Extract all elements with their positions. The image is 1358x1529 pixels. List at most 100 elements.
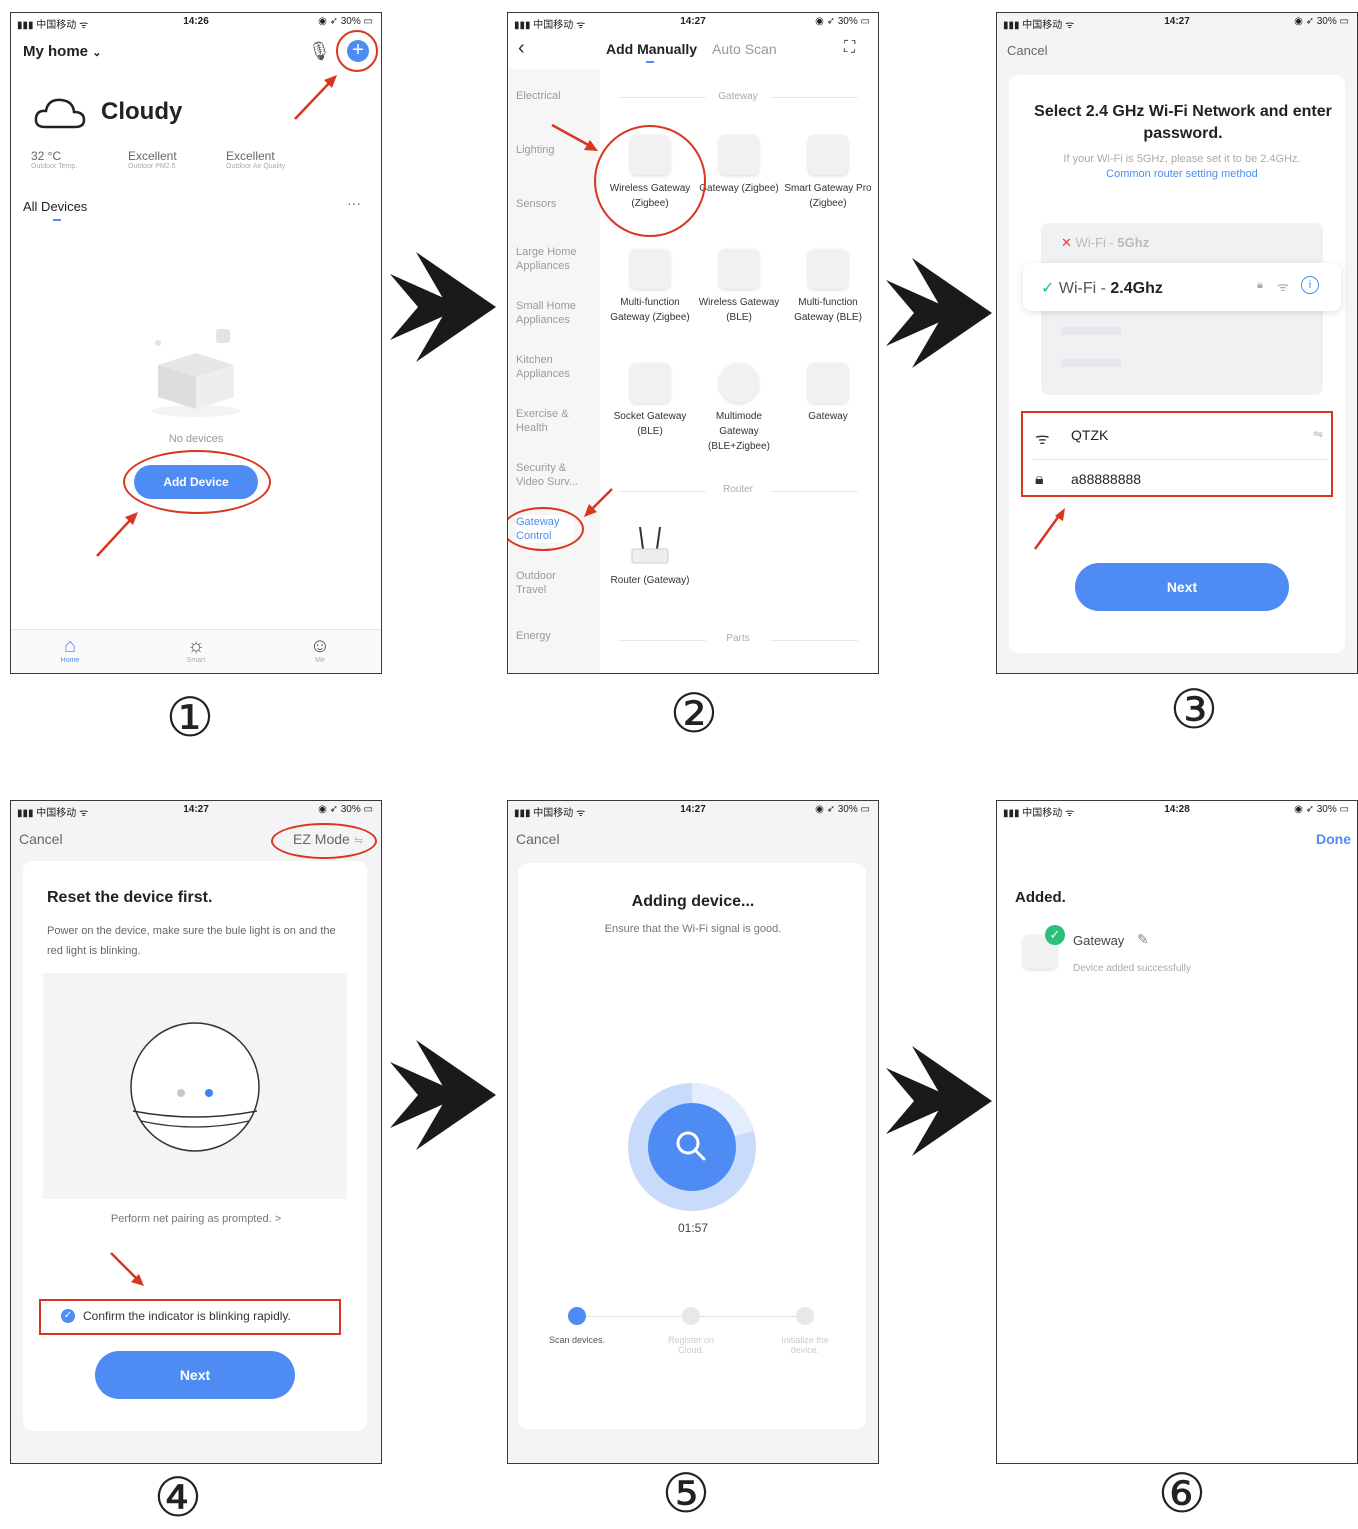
router-icon [631,526,669,564]
category-sidebar: Electrical Lighting Sensors Large Home A… [508,69,600,673]
tab-underline [53,219,61,221]
home-selector[interactable]: My home ⌄ [23,43,101,60]
annotation-arrow [584,488,613,517]
wifi-5g-item[interactable]: ✕ Wi-Fi - 5Ghz [1061,235,1149,251]
tab-smart[interactable]: ☼ Smart [181,635,211,664]
annotation-arrow [1033,508,1065,550]
next-button[interactable]: Next [1075,563,1289,611]
chevron-down-icon: ⌄ [92,47,102,59]
screen-reset-device: ▮▮▮ 中国移动 ᯤ 14:27 ◉ ➶ 30% ▭ Cancel EZ Mod… [10,800,382,1464]
check-icon: ✓ [1041,280,1055,297]
annotation-arrow [110,1252,144,1286]
section-router: Router [706,484,770,495]
tab-auto-scan[interactable]: Auto Scan [712,41,777,57]
category-outdoor[interactable]: Outdoor Travel [516,569,576,597]
status-bar: ▮▮▮ 中国移动 ᯤ 14:27 ◉ ➶ 30% ▭ [1003,16,1349,31]
back-icon[interactable]: ‹ [518,37,525,60]
annotation-ellipse [123,450,271,514]
device-router[interactable]: Router (Gateway) [606,523,694,588]
device-status: Device added successfully [1073,963,1191,974]
category-sensors[interactable]: Sensors [516,197,556,211]
screen-wifi: ▮▮▮ 中国移动 ᯤ 14:27 ◉ ➶ 30% ▭ Cancel Select… [996,12,1358,674]
device-name: Gateway [1073,933,1125,948]
cancel-button[interactable]: Cancel [19,831,63,847]
profile-icon: ☺ [309,635,331,657]
cancel-button[interactable]: Cancel [516,831,560,847]
info-icon[interactable]: i [1301,276,1319,294]
gateway-icon [808,363,848,403]
wifi-icon: ᯤ [1277,279,1289,294]
close-icon: ✕ [1061,235,1072,250]
gateway-icon [719,249,759,289]
device-gateway-zigbee[interactable]: Gateway (Zigbee) [695,135,783,196]
category-energy[interactable]: Energy [516,629,551,643]
cancel-button[interactable]: Cancel [1007,43,1047,58]
stat-temp: 32 °C Outdoor Temp. [31,149,78,170]
device-wireless-gateway-ble[interactable]: Wireless Gateway (BLE) [695,249,783,325]
page-title: Adding device... [631,893,755,910]
section-gateway: Gateway [706,91,770,102]
hub-icon [719,363,759,403]
device-smart-gateway-pro[interactable]: Smart Gateway Pro (Zigbee) [784,135,872,211]
annotation-box [39,1299,341,1335]
pairing-prompt-link[interactable]: Perform net pairing as prompted. > [11,1213,381,1225]
device-gateway[interactable]: Gateway [784,363,872,424]
step-scan-dot [568,1307,586,1325]
router-setting-link[interactable]: Common router setting method [1017,168,1347,180]
more-icon[interactable]: ··· [347,195,361,211]
step-number-2: ② [669,682,719,745]
gateway-icon [808,135,848,175]
cloud-icon [34,98,86,129]
annotation-arrow [96,512,138,557]
step-number-5: ⑤ [661,1462,711,1525]
tab-home[interactable]: ⌂ Home [55,635,85,664]
category-large-appliances[interactable]: Large Home Appliances [516,245,592,273]
status-bar: ▮▮▮ 中国移动 ᯤ 14:26 ◉ ➶ 30% ▭ [17,16,373,31]
annotation-box [1021,411,1333,497]
device-multifunction-zigbee[interactable]: Multi-function Gateway (Zigbee) [606,249,694,325]
annotation-circle [594,125,706,237]
category-electrical[interactable]: Electrical [516,89,561,103]
socket-icon [630,363,670,403]
step-number-1: ① [165,686,215,749]
home-icon: ⌂ [63,635,77,657]
empty-state-text: No devices [168,433,224,445]
screen-add-device: ▮▮▮ 中国移动 ᯤ 14:27 ◉ ➶ 30% ▭ ‹ Add Manuall… [507,12,879,674]
edit-icon[interactable]: ✎ [1137,931,1149,948]
scan-icon[interactable]: ⛶ [844,39,855,57]
annotation-ellipse [271,823,377,859]
empty-box-icon [152,329,240,417]
device-multifunction-ble[interactable]: Multi-function Gateway (BLE) [784,249,872,325]
tab-all-devices[interactable]: All Devices [23,199,87,214]
category-exercise[interactable]: Exercise & Health [516,407,576,435]
gateway-icon [719,135,759,175]
step-register-dot [682,1307,700,1325]
tab-me[interactable]: ☺ Me [305,635,335,664]
status-bar: ▮▮▮ 中国移动 ᯤ 14:27 ◉ ➶ 30% ▭ [514,16,870,31]
scanning-indicator [628,1083,756,1211]
stat-pm25: Excellent Outdoor PM2.5 [128,149,177,170]
next-button[interactable]: Next [95,1351,295,1399]
sun-icon: ☼ [186,635,206,657]
page-title: Select 2.4 GHz Wi-Fi Network and enter p… [1034,103,1332,142]
stat-air-quality: Excellent Outdoor Air Quality [226,149,286,170]
flow-arrow-1-2 [390,252,496,362]
status-bar: ▮▮▮ 中国移动 ᯤ 14:28 ◉ ➶ 30% ▭ [1003,804,1349,819]
annotation-circle [336,30,378,72]
microphone-icon[interactable]: 🎙︎ [308,41,331,62]
flow-arrow-4-5 [390,1040,496,1150]
screen-adding-device: ▮▮▮ 中国移动 ᯤ 14:27 ◉ ➶ 30% ▭ Cancel Adding… [507,800,879,1464]
gateway-icon [630,249,670,289]
step-number-6: ⑥ [1157,1462,1207,1525]
done-button[interactable]: Done [1316,831,1351,847]
countdown-timer: 01:57 [677,1221,709,1235]
category-small-appliances[interactable]: Small Home Appliances [516,299,592,327]
step-init-dot [796,1307,814,1325]
category-kitchen[interactable]: Kitchen Appliances [516,353,592,381]
tab-add-manually[interactable]: Add Manually [606,41,697,57]
step-init-label: Initialize the device. [781,1335,829,1355]
device-multimode-gateway[interactable]: Multimode Gateway (BLE+Zigbee) [695,363,783,454]
device-socket-gateway[interactable]: Socket Gateway (BLE) [606,363,694,439]
status-bar: ▮▮▮ 中国移动 ᯤ 14:27 ◉ ➶ 30% ▭ [17,804,373,819]
added-heading: Added. [1015,889,1066,906]
